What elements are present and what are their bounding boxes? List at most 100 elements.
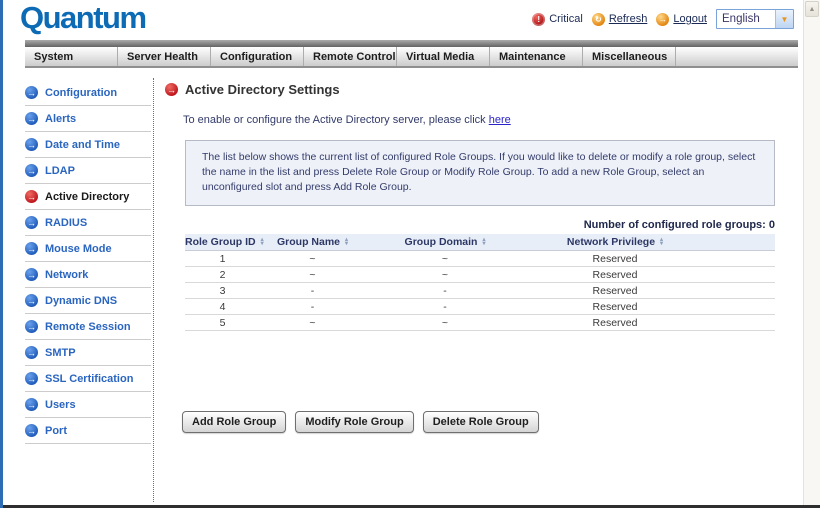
tab-server-health[interactable]: Server Health [118, 47, 211, 66]
sidebar-item-date-and-time[interactable]: Date and Time [25, 132, 151, 158]
cell-role-group-id: 1 [185, 250, 260, 268]
sidebar-item-users[interactable]: Users [25, 392, 151, 418]
cell-role-group-id: 5 [185, 314, 260, 332]
sidebar-item-dynamic-dns[interactable]: Dynamic DNS [25, 288, 151, 314]
cell-group-domain: - [365, 282, 525, 300]
sidebar-item-label: Users [45, 398, 76, 411]
column-header-group-name[interactable]: Group Name [260, 233, 365, 252]
main-content: Active Directory Settings To enable or c… [165, 82, 797, 434]
cell-group-name: - [260, 282, 365, 300]
delete-role-group-button[interactable]: Delete Role Group [422, 411, 539, 434]
sidebar-item-mouse-mode[interactable]: Mouse Mode [25, 236, 151, 262]
header-actions: Critical Refresh Logout English [532, 9, 794, 29]
cell-role-group-id: 3 [185, 282, 260, 300]
refresh-label: Refresh [608, 13, 648, 25]
tab-maintenance[interactable]: Maintenance [490, 47, 583, 66]
arrow-icon [25, 216, 38, 229]
column-header-network-privilege[interactable]: Network Privilege [525, 233, 705, 252]
column-header-group-domain[interactable]: Group Domain [365, 233, 525, 252]
nav-top-strip [25, 40, 798, 47]
sidebar-item-label: Configuration [45, 86, 118, 99]
quantum-logo: Quantum [20, 0, 147, 35]
cell-filler [705, 250, 775, 268]
sidebar-item-label: Active Directory [45, 190, 130, 203]
left-border [0, 0, 3, 508]
table-row[interactable]: 3 - - Reserved [185, 282, 775, 300]
sidebar-item-active-directory[interactable]: Active Directory [25, 184, 151, 210]
sidebar-item-label: Network [45, 268, 89, 281]
cell-filler [705, 314, 775, 332]
critical-icon [532, 12, 546, 26]
sort-icon[interactable] [261, 238, 264, 246]
sidebar-item-remote-session[interactable]: Remote Session [25, 314, 151, 340]
cell-group-name: - [260, 298, 365, 316]
tab-remote-control[interactable]: Remote Control [304, 47, 397, 66]
arrow-icon [25, 294, 38, 307]
cell-filler [705, 266, 775, 284]
cell-group-name: ~ [260, 266, 365, 284]
sort-icon[interactable] [660, 238, 663, 246]
nav-tabs: System Server Health Configuration Remote C… [25, 47, 798, 68]
role-group-buttons: Add Role Group Modify Role Group Delete Ro… [182, 411, 797, 434]
here-link[interactable]: here [489, 114, 511, 126]
add-role-group-button[interactable]: Add Role Group [182, 411, 287, 434]
table-row[interactable]: 2 ~ ~ Reserved [185, 266, 775, 284]
column-header-label: Network Privilege [566, 235, 656, 248]
arrow-icon [25, 398, 38, 411]
configured-groups-count: Number of configured role groups: 0 [583, 218, 775, 231]
sidebar-item-label: Mouse Mode [45, 242, 112, 255]
sidebar-item-ssl-certification[interactable]: SSL Certification [25, 366, 151, 392]
arrow-icon [25, 424, 38, 437]
sidebar-item-label: RADIUS [45, 216, 88, 229]
arrow-icon [25, 268, 38, 281]
tab-miscellaneous[interactable]: Miscellaneous [583, 47, 676, 66]
table-row[interactable]: 5 ~ ~ Reserved [185, 314, 775, 332]
scroll-up-icon[interactable] [805, 1, 819, 17]
arrow-icon [165, 83, 178, 96]
cell-role-group-id: 4 [185, 298, 260, 316]
page: Quantum Critical Refresh Logout English … [0, 0, 820, 508]
sidebar-item-label: SMTP [45, 346, 76, 359]
modify-role-group-button[interactable]: Modify Role Group [295, 411, 414, 434]
intro-prefix: To enable or configure the Active Direct… [183, 114, 489, 126]
sidebar-item-configuration[interactable]: Configuration [25, 80, 151, 106]
sidebar-item-label: Alerts [45, 112, 77, 125]
title-row: Active Directory Settings [165, 82, 797, 97]
sidebar-divider [153, 78, 154, 502]
tab-system[interactable]: System [25, 47, 118, 66]
sidebar-item-alerts[interactable]: Alerts [25, 106, 151, 132]
cell-network-privilege: Reserved [525, 250, 705, 268]
sidebar-item-smtp[interactable]: SMTP [25, 340, 151, 366]
language-select[interactable]: English [716, 9, 794, 29]
sidebar-item-label: LDAP [45, 164, 75, 177]
critical-label: Critical [549, 13, 583, 25]
cell-filler [705, 298, 775, 316]
sidebar-item-ldap[interactable]: LDAP [25, 158, 151, 184]
cell-group-name: ~ [260, 314, 365, 332]
sidebar-item-radius[interactable]: RADIUS [25, 210, 151, 236]
table-row[interactable]: 4 - - Reserved [185, 298, 775, 316]
page-title: Active Directory Settings [185, 82, 340, 97]
page-scrollbar[interactable] [803, 0, 820, 505]
column-header-role-group-id[interactable]: Role Group ID [185, 233, 260, 252]
sort-icon[interactable] [482, 238, 485, 246]
cell-group-domain: - [365, 298, 525, 316]
column-header-filler [705, 233, 775, 252]
sidebar-item-label: Remote Session [45, 320, 131, 333]
arrow-icon [25, 242, 38, 255]
table-row[interactable]: 1 ~ ~ Reserved [185, 250, 775, 268]
arrow-icon [25, 346, 38, 359]
sidebar-item-port[interactable]: Port [25, 418, 151, 444]
sort-icon[interactable] [345, 238, 348, 246]
logout-icon [656, 12, 670, 26]
tab-virtual-media[interactable]: Virtual Media [397, 47, 490, 66]
tab-configuration[interactable]: Configuration [211, 47, 304, 66]
sidebar-item-network[interactable]: Network [25, 262, 151, 288]
cell-filler [705, 282, 775, 300]
cell-network-privilege: Reserved [525, 282, 705, 300]
refresh-link[interactable]: Refresh [591, 12, 648, 26]
cell-group-name: ~ [260, 250, 365, 268]
critical-status[interactable]: Critical [532, 12, 583, 26]
logout-link[interactable]: Logout [656, 12, 707, 26]
cell-role-group-id: 2 [185, 266, 260, 284]
